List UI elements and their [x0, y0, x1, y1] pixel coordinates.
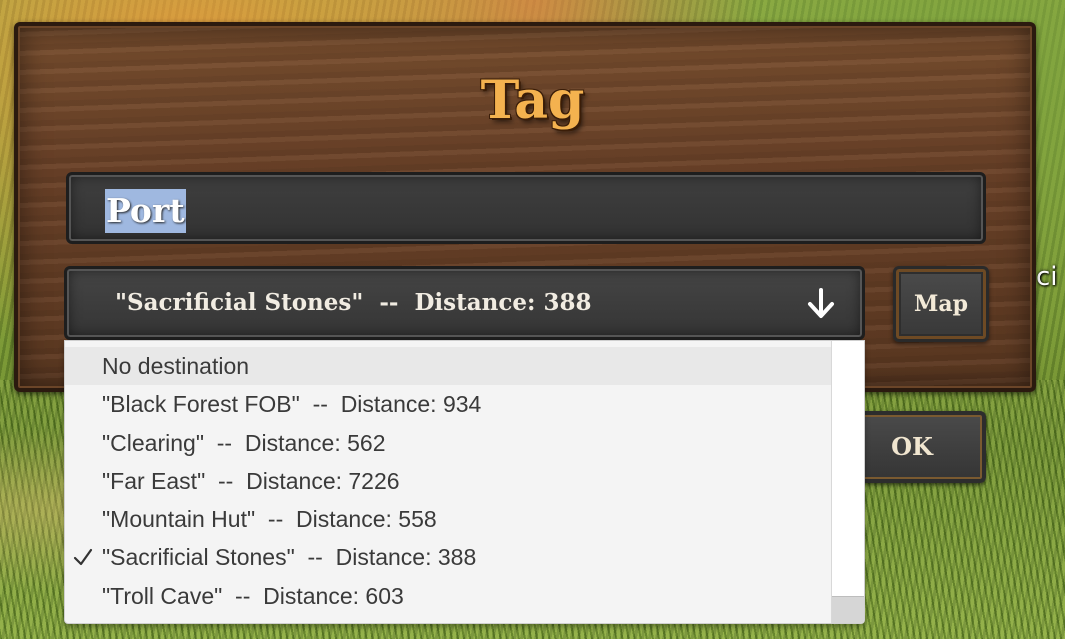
dropdown-option-label: "Clearing" -- Distance: 562 — [102, 429, 386, 456]
dropdown-option[interactable]: "Black Forest FOB" -- Distance: 934 — [65, 385, 831, 423]
tag-name-input[interactable]: Port — [66, 172, 986, 244]
dropdown-option[interactable]: "Mountain Hut" -- Distance: 558 — [65, 500, 831, 538]
ok-button-label: OK — [891, 432, 933, 461]
dropdown-option-label: No destination — [102, 353, 250, 379]
background-text-fragment: ci — [1036, 262, 1058, 292]
dropdown-scrollbar[interactable] — [831, 341, 864, 623]
dropdown-option[interactable]: "Far East" -- Distance: 7226 — [65, 462, 831, 500]
dropdown-option-label: "Mountain Hut" -- Distance: 558 — [102, 506, 437, 533]
map-button[interactable]: Map — [893, 266, 989, 342]
map-button-label: Map — [914, 291, 968, 317]
destination-selected-value: "Sacrificial Stones" -- Distance: 388 — [115, 289, 592, 316]
dropdown-option-label: "Troll Cave" -- Distance: 603 — [102, 582, 404, 609]
destination-dropdown[interactable]: "Sacrificial Stones" -- Distance: 388 — [64, 266, 865, 340]
destination-dropdown-list: No destination "Black Forest FOB" -- Dist… — [64, 340, 865, 624]
scrollbar-thumb[interactable] — [832, 596, 864, 623]
arrow-down-icon — [808, 288, 834, 318]
dropdown-option[interactable]: "Clearing" -- Distance: 562 — [65, 424, 831, 462]
dropdown-options: No destination "Black Forest FOB" -- Dist… — [65, 347, 831, 615]
tag-name-value: Port — [105, 189, 186, 233]
dropdown-option[interactable]: No destination — [65, 347, 831, 386]
check-icon — [73, 549, 93, 566]
dialog-title: Tag — [480, 70, 585, 131]
dropdown-option-label: "Far East" -- Distance: 7226 — [102, 467, 400, 494]
dropdown-option-label: "Sacrificial Stones" -- Distance: 388 — [102, 544, 477, 571]
dropdown-option[interactable]: "Troll Cave" -- Distance: 603 — [65, 577, 831, 615]
dropdown-option-label: "Black Forest FOB" -- Distance: 934 — [102, 391, 482, 418]
dropdown-option[interactable]: "Sacrificial Stones" -- Distance: 388 — [65, 538, 831, 576]
